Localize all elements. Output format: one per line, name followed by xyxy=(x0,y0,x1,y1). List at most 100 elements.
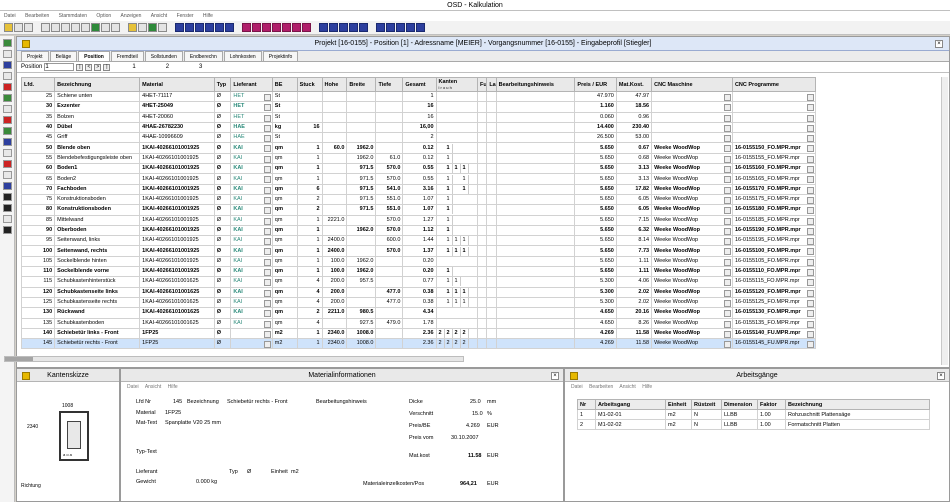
table-row[interactable]: 110 Sockelblende vorne 1KAI-40266101001925… xyxy=(20,266,817,278)
cell-cnc-programme[interactable]: 16-0155110_FO.MPR.mpr xyxy=(731,266,817,278)
cell-stuck[interactable]: 4 xyxy=(296,286,323,298)
cell-stuck[interactable]: 1 xyxy=(296,235,323,247)
open-icon[interactable] xyxy=(14,23,23,32)
cell-gesamt[interactable]: 0.38 xyxy=(402,286,437,298)
cell-preis[interactable]: 5.650 xyxy=(574,235,617,247)
cell-breite[interactable] xyxy=(346,111,377,123)
cell-hohe[interactable] xyxy=(321,121,348,134)
cell-la[interactable] xyxy=(486,163,497,175)
menu-hilfe[interactable]: Hilfe xyxy=(642,384,652,390)
cell-la[interactable] xyxy=(486,286,497,298)
cell-kanten[interactable]: 11 xyxy=(435,276,478,288)
cell-bezeichnung[interactable]: Blendebefestigungsleiste oben xyxy=(54,152,141,165)
cell-lieferant[interactable]: KAI xyxy=(230,317,273,329)
cell-gesamt[interactable]: 0.77 xyxy=(402,276,437,288)
menu-bearbeiten[interactable]: Bearbeiten xyxy=(25,13,49,19)
cell-tiefe[interactable] xyxy=(375,101,404,113)
cell-lieferant[interactable]: KAI xyxy=(230,307,273,319)
cell-material[interactable]: 1FP25 xyxy=(139,338,215,350)
cell-cnc-programme[interactable]: 16-0155170_FO.MPR.mpr xyxy=(731,183,817,195)
cell-stuck[interactable]: 1 xyxy=(296,266,323,278)
menu-stammdaten[interactable]: Stammdaten xyxy=(59,13,87,19)
cell-matkost[interactable]: 18.56 xyxy=(615,101,653,113)
cell-typ[interactable]: Ø xyxy=(213,121,232,134)
cell-cnc-programme[interactable]: 16-0155125_FO.MPR.mpr xyxy=(731,296,817,309)
cell-be[interactable]: qm xyxy=(271,193,298,206)
cell-preis[interactable]: 5.650 xyxy=(574,214,617,226)
cell-cnc-maschine[interactable]: Weeke WoodWop xyxy=(651,152,733,165)
cell-typ[interactable]: Ø xyxy=(213,245,232,257)
tool-icon[interactable] xyxy=(148,23,157,32)
cell-material[interactable]: 1KAI-40266101001625 xyxy=(139,307,215,319)
col-material[interactable]: Material xyxy=(139,77,215,92)
cell-stuck[interactable]: 1 xyxy=(296,338,323,350)
tab-belaege[interactable]: Beläge xyxy=(49,51,78,61)
table-row[interactable]: 50 Blende oben 1KAI-40266101001925 Ø KAI qm 1 6… xyxy=(20,142,817,154)
cell-tiefe[interactable] xyxy=(375,255,404,268)
cell-bezeichnung[interactable]: Griff xyxy=(54,132,141,144)
cell-typ[interactable]: Ø xyxy=(213,101,232,113)
cell-be[interactable]: qm xyxy=(271,204,298,216)
cell-stuck[interactable]: 1 xyxy=(296,142,323,154)
cell-be[interactable]: qm xyxy=(271,142,298,154)
cell-typ[interactable]: Ø xyxy=(213,276,232,288)
cell-gesamt[interactable]: 0.12 xyxy=(402,152,437,165)
cell-kanten[interactable] xyxy=(435,307,478,319)
kanten-flag[interactable]: 1 xyxy=(453,164,461,173)
cell-cnc-programme[interactable]: 16-0155150_FO.MPR.mpr xyxy=(731,142,817,154)
kanten-flag[interactable]: 1 xyxy=(445,185,453,194)
cell-la[interactable] xyxy=(486,132,497,144)
kanten-flag[interactable]: 1 xyxy=(445,288,453,297)
cell-cnc-maschine[interactable]: Weeke WoodWop xyxy=(651,338,733,350)
cell-be[interactable]: qm xyxy=(271,235,298,247)
cell-material[interactable]: 4HAE-10996609 xyxy=(139,132,215,144)
tab-projekt[interactable]: Projekt xyxy=(21,51,49,61)
cell-kanten[interactable] xyxy=(435,132,478,144)
cell-preis[interactable]: 5.650 xyxy=(574,173,617,185)
cell-la[interactable] xyxy=(486,317,497,329)
module-icon[interactable] xyxy=(205,23,214,32)
kanten-flag[interactable]: 1 xyxy=(445,277,453,287)
cell-tiefe[interactable]: 570.0 xyxy=(375,163,404,175)
cell-hohe[interactable]: 60.0 xyxy=(321,142,348,154)
table-row[interactable]: 135 Schubkastenboden 1KAI-40266101001625 Ø K… xyxy=(20,317,817,329)
cell-hohe[interactable] xyxy=(321,163,348,175)
cell-lieferant[interactable]: HAE xyxy=(230,132,273,144)
cell-be[interactable]: qm xyxy=(271,214,298,226)
cell-la[interactable] xyxy=(486,255,497,268)
kanten-flag[interactable]: 1 xyxy=(445,226,453,235)
cell-tiefe[interactable]: 477.0 xyxy=(375,296,404,309)
cell-material[interactable]: 1KAI-40266101001625 xyxy=(139,296,215,309)
cell-breite[interactable]: 1962.0 xyxy=(346,255,377,268)
cell-cnc-maschine[interactable]: Weeke WoodWop xyxy=(651,327,733,340)
cell-matkost[interactable]: 8.26 xyxy=(615,317,653,329)
cell-preis[interactable]: 5.650 xyxy=(574,204,617,216)
kanten-flag[interactable]: 1 xyxy=(461,185,469,194)
cell-la[interactable] xyxy=(486,214,497,226)
cell-cnc-programme[interactable]: 16-0155130_FO.MPR.mpr xyxy=(731,307,817,319)
cell-bearbeitungshinweis[interactable] xyxy=(495,327,576,340)
cell-preis[interactable]: 5.650 xyxy=(574,142,617,154)
cell-lfd[interactable]: 40 xyxy=(20,121,56,134)
cell-kanten[interactable] xyxy=(435,101,478,113)
cell-breite[interactable] xyxy=(346,235,377,247)
module-icon[interactable] xyxy=(292,23,301,32)
cell-matkost[interactable]: 0.96 xyxy=(615,111,653,123)
cell-lfd[interactable]: 135 xyxy=(20,317,56,329)
cell-bezeichnung[interactable]: Konstruktionsboden xyxy=(54,204,141,216)
cell-kanten[interactable] xyxy=(435,111,478,123)
cell-la[interactable] xyxy=(486,173,497,185)
cell-stuck[interactable]: 2 xyxy=(296,204,323,216)
cell-cnc-programme[interactable]: 16-0155190_FO.MPR.mpr xyxy=(731,224,817,237)
next-icon[interactable]: > xyxy=(94,63,102,71)
cell-fu[interactable] xyxy=(476,132,488,144)
cell-fu[interactable] xyxy=(476,163,488,175)
cell-kanten[interactable]: 1 xyxy=(435,214,478,226)
cell-bearbeitungshinweis[interactable] xyxy=(495,338,576,350)
cell-bearbeitungshinweis[interactable] xyxy=(495,245,576,257)
cell-bezeichnung[interactable]: Schubkastenhinterstück xyxy=(54,276,141,288)
prev-icon[interactable]: < xyxy=(85,63,93,71)
tab-fremdteil[interactable]: Fremdteil xyxy=(110,51,144,61)
cell-cnc-maschine[interactable]: Weeke WoodWop xyxy=(651,307,733,319)
cell-material[interactable]: 1KAI-40266101001925 xyxy=(139,204,215,216)
